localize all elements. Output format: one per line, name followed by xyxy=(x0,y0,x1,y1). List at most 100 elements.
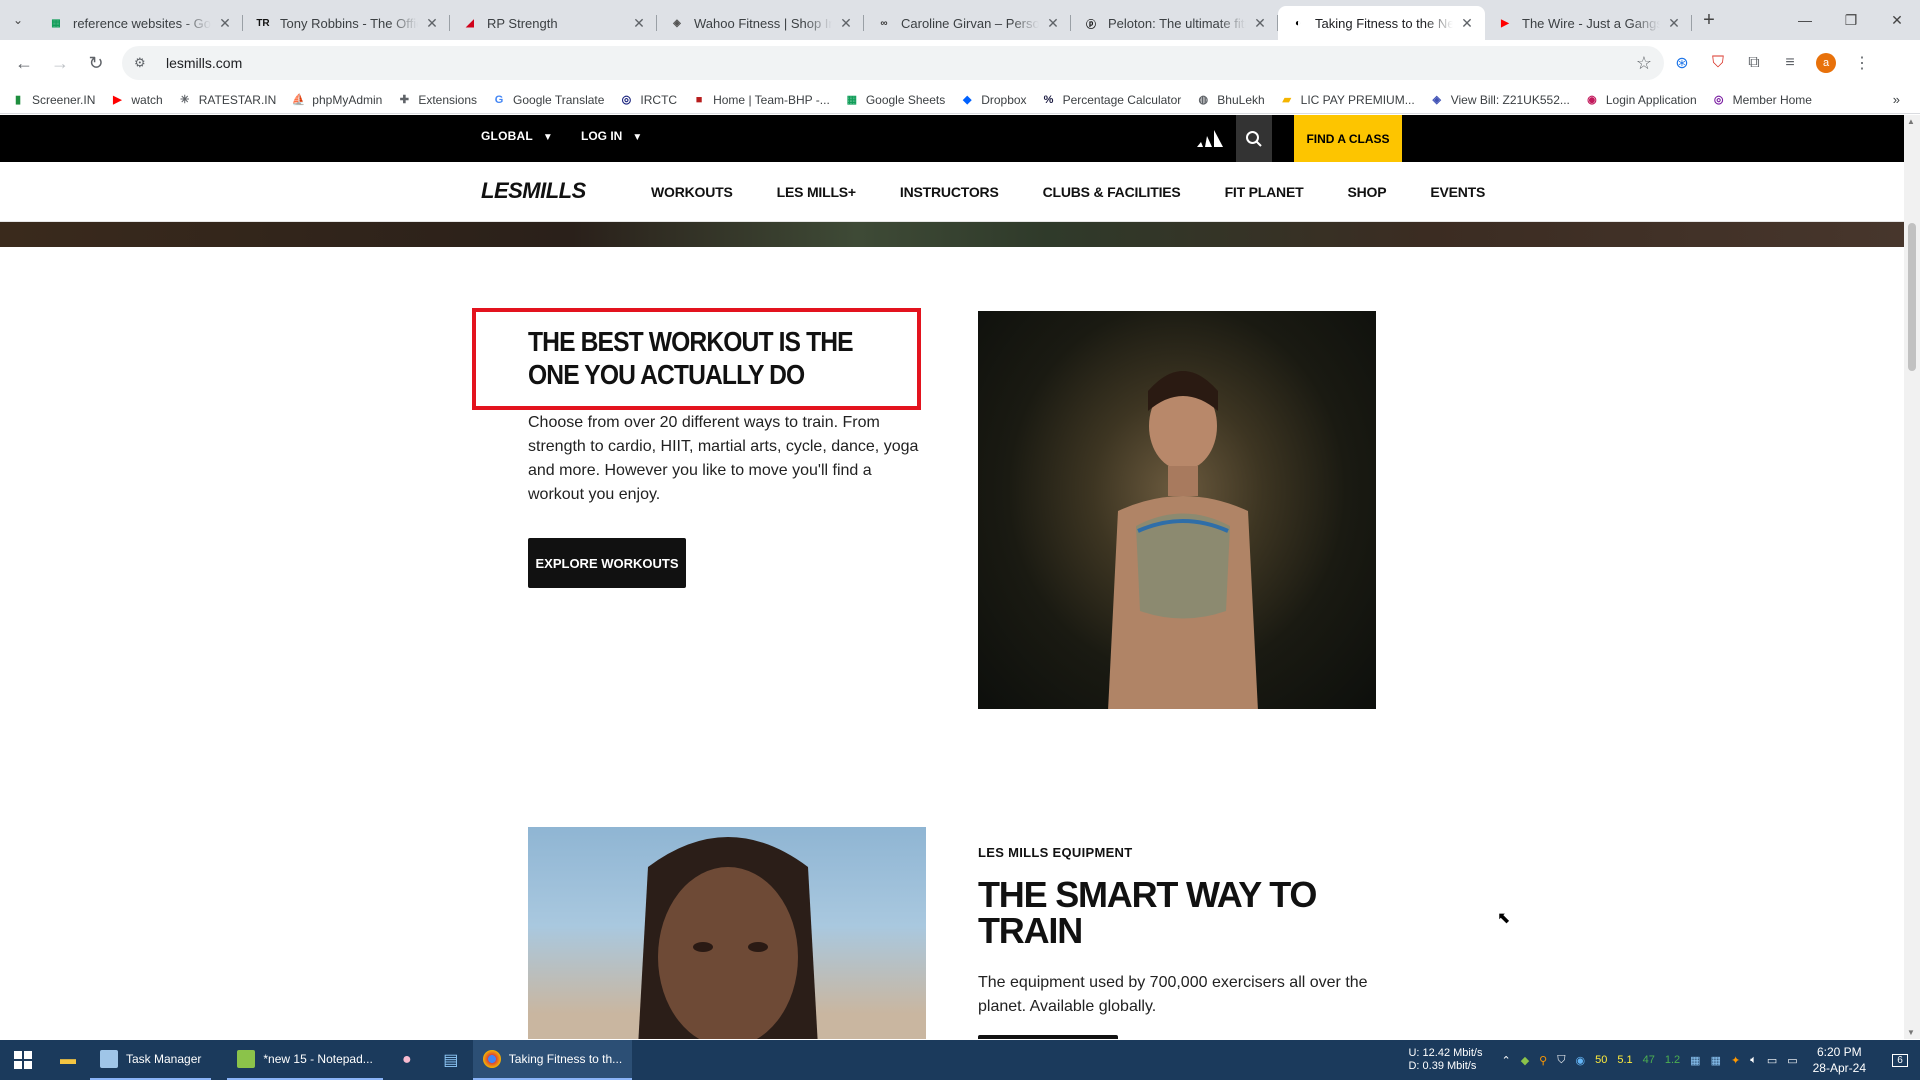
app-icon-pink[interactable]: ● xyxy=(385,1040,429,1080)
login-menu[interactable]: LOG IN ▼ xyxy=(581,129,642,143)
volume-icon[interactable]: 🔈︎ xyxy=(1750,1054,1757,1067)
tab-close-icon[interactable]: ✕ xyxy=(631,15,647,32)
login-icon: ◉ xyxy=(1587,94,1597,106)
tab-close-icon[interactable]: ✕ xyxy=(424,15,440,32)
profile-avatar[interactable]: a xyxy=(1816,53,1836,73)
bookmark-item[interactable]: ◆ Dropbox xyxy=(959,92,1027,108)
bookmark-item[interactable]: ▰ LIC PAY PREMIUM... xyxy=(1279,92,1414,108)
menu-kebab-icon[interactable]: ⋮ xyxy=(1844,47,1880,79)
tray-app-icon[interactable]: ◆ xyxy=(1521,1054,1529,1067)
back-icon[interactable]: ← xyxy=(8,47,40,79)
bookmark-item[interactable]: ◎ Member Home xyxy=(1711,92,1812,108)
bookmark-item[interactable]: ✚ Extensions xyxy=(396,92,477,108)
bookmark-item[interactable]: G Google Translate xyxy=(491,92,605,108)
sheets-icon: ▦ xyxy=(51,17,61,29)
lesmills-logo[interactable]: LESMILLS xyxy=(481,178,586,204)
tab-rp[interactable]: ◢ RP Strength ✕ xyxy=(450,6,657,40)
reload-icon[interactable]: ↻ xyxy=(80,47,112,79)
more-bookmarks-icon[interactable]: » xyxy=(1893,92,1900,107)
tab-close-icon[interactable]: ✕ xyxy=(1045,15,1061,32)
taskbar-app-label: Task Manager xyxy=(126,1052,202,1066)
find-a-class-button[interactable]: FIND A CLASS xyxy=(1294,115,1402,162)
nav-item[interactable]: INSTRUCTORS xyxy=(900,184,999,200)
bookmark-item[interactable]: ▶ watch xyxy=(109,92,163,108)
explore-workouts-button[interactable]: EXPLORE WORKOUTS xyxy=(528,538,686,588)
bookmark-item[interactable]: ◈ View Bill: Z21UK552... xyxy=(1429,92,1569,108)
document-icon[interactable]: ▤ xyxy=(429,1040,473,1080)
nav-item[interactable]: LES MILLS+ xyxy=(777,184,856,200)
bookmark-item[interactable]: ◉ Login Application xyxy=(1584,92,1697,108)
windows-start-icon[interactable] xyxy=(0,1040,46,1080)
adidas-logo-icon[interactable] xyxy=(1196,128,1224,148)
battery-icon[interactable]: ▭ xyxy=(1767,1054,1777,1067)
bookmark-item[interactable]: ◍ BhuLekh xyxy=(1195,92,1264,108)
close-window-icon[interactable]: ✕ xyxy=(1874,0,1920,40)
nav-item[interactable]: SHOP xyxy=(1347,184,1386,200)
bookmark-item[interactable]: ▮ Screener.IN xyxy=(10,92,95,108)
tab-search-icon[interactable]: ⌄ xyxy=(0,0,36,40)
tab-sheets[interactable]: ▦ reference websites - Goog ✕ xyxy=(36,6,243,40)
page-scrollbar[interactable]: ▲ ▼ xyxy=(1904,115,1920,1039)
new-tab-button[interactable]: + xyxy=(1692,0,1726,40)
tab-youtube[interactable]: ▶ The Wire - Just a Gangsta ✕ xyxy=(1485,6,1692,40)
extension-globe-icon[interactable]: ⊛ xyxy=(1664,47,1700,79)
media-control-icon[interactable]: ≡ xyxy=(1772,47,1808,79)
scroll-up-icon[interactable]: ▲ xyxy=(1907,117,1915,126)
network-icon[interactable]: ▭ xyxy=(1787,1054,1797,1067)
tab-title: Peloton: The ultimate fitn xyxy=(1108,15,1246,31)
taskbar-app-chrome[interactable]: Taking Fitness to th... xyxy=(472,1040,633,1080)
bookmark-item[interactable]: ✳ RATESTAR.IN xyxy=(177,92,276,108)
tab-lesmills[interactable]: ◐ Taking Fitness to the Next ✕ xyxy=(1278,6,1485,40)
nav-item[interactable]: CLUBS & FACILITIES xyxy=(1043,184,1181,200)
ratestar-icon: ✳ xyxy=(180,94,190,106)
notification-center-icon[interactable]: 6 xyxy=(1880,1040,1920,1080)
tab-close-icon[interactable]: ✕ xyxy=(217,15,233,32)
region-selector[interactable]: GLOBAL ▼ xyxy=(481,129,553,143)
extensions-puzzle-icon[interactable]: ⧉ xyxy=(1736,47,1772,79)
bookmark-item[interactable]: % Percentage Calculator xyxy=(1041,92,1182,108)
tray-shield-icon[interactable]: ⛉ xyxy=(1557,1054,1565,1067)
scroll-down-icon[interactable]: ▼ xyxy=(1907,1028,1915,1037)
taskbar-app-task-manager[interactable]: Task Manager xyxy=(90,1040,212,1080)
nav-item[interactable]: WORKOUTS xyxy=(651,184,733,200)
tab-cg[interactable]: ∞ Caroline Girvan – Persona ✕ xyxy=(864,6,1071,40)
tab-close-icon[interactable]: ✕ xyxy=(838,15,854,32)
restore-icon[interactable]: ❐ xyxy=(1828,0,1874,40)
translate-icon: G xyxy=(494,93,504,106)
tray-temp-icon[interactable]: ▦ xyxy=(1711,1054,1721,1067)
taskbar-app-label: *new 15 - Notepad... xyxy=(263,1052,373,1066)
file-explorer-icon[interactable]: ▬ xyxy=(46,1040,90,1080)
address-bar[interactable]: ⚙ lesmills.com ☆ xyxy=(122,46,1664,80)
extension-shield-icon[interactable]: ⛉ xyxy=(1700,47,1736,79)
bookmark-label: IRCTC xyxy=(640,92,678,107)
scrollbar-thumb[interactable] xyxy=(1908,223,1916,371)
url-text[interactable]: lesmills.com xyxy=(166,55,1636,71)
tab-close-icon[interactable]: ✕ xyxy=(1666,15,1682,32)
tray-expand-icon[interactable]: ⌃ xyxy=(1501,1054,1510,1067)
tray-cpu-icon[interactable]: ▦ xyxy=(1690,1054,1700,1067)
equipment-button[interactable] xyxy=(978,1035,1118,1039)
clock[interactable]: 6:20 PM 28-Apr-24 xyxy=(1813,1044,1866,1076)
bookmark-item[interactable]: ▦ Google Sheets xyxy=(844,92,946,108)
tab-peloton[interactable]: ⓟ Peloton: The ultimate fitn ✕ xyxy=(1071,6,1278,40)
tab-close-icon[interactable]: ✕ xyxy=(1252,15,1268,32)
search-icon[interactable] xyxy=(1236,115,1272,162)
nav-item[interactable]: EVENTS xyxy=(1430,184,1485,200)
forward-icon[interactable]: → xyxy=(44,47,76,79)
bookmark-item[interactable]: ◎ IRCTC xyxy=(618,92,677,108)
bookmark-label: Screener.IN xyxy=(32,92,96,107)
tray-flag-icon[interactable]: ✦ xyxy=(1731,1054,1740,1067)
nav-item[interactable]: FIT PLANET xyxy=(1225,184,1304,200)
bookmark-item[interactable]: ■ Home | Team-BHP -... xyxy=(691,92,830,108)
tab-close-icon[interactable]: ✕ xyxy=(1459,15,1475,32)
tab-tr[interactable]: TR Tony Robbins - The Officia ✕ xyxy=(243,6,450,40)
taskbar-app-notepad[interactable]: *new 15 - Notepad... xyxy=(227,1040,383,1080)
bookmark-item[interactable]: ⛵ phpMyAdmin xyxy=(290,92,382,108)
minimize-icon[interactable]: — xyxy=(1782,0,1828,40)
tray-search-icon[interactable]: ⚲ xyxy=(1539,1054,1547,1067)
site-info-icon[interactable]: ⚙ xyxy=(134,55,154,71)
tray-stat: 50 xyxy=(1595,1054,1608,1066)
bookmark-star-icon[interactable]: ☆ xyxy=(1636,53,1652,74)
tab-wahoo[interactable]: ◈ Wahoo Fitness | Shop Ind ✕ xyxy=(657,6,864,40)
tray-network-monitor-icon[interactable]: ◉ xyxy=(1575,1054,1585,1067)
